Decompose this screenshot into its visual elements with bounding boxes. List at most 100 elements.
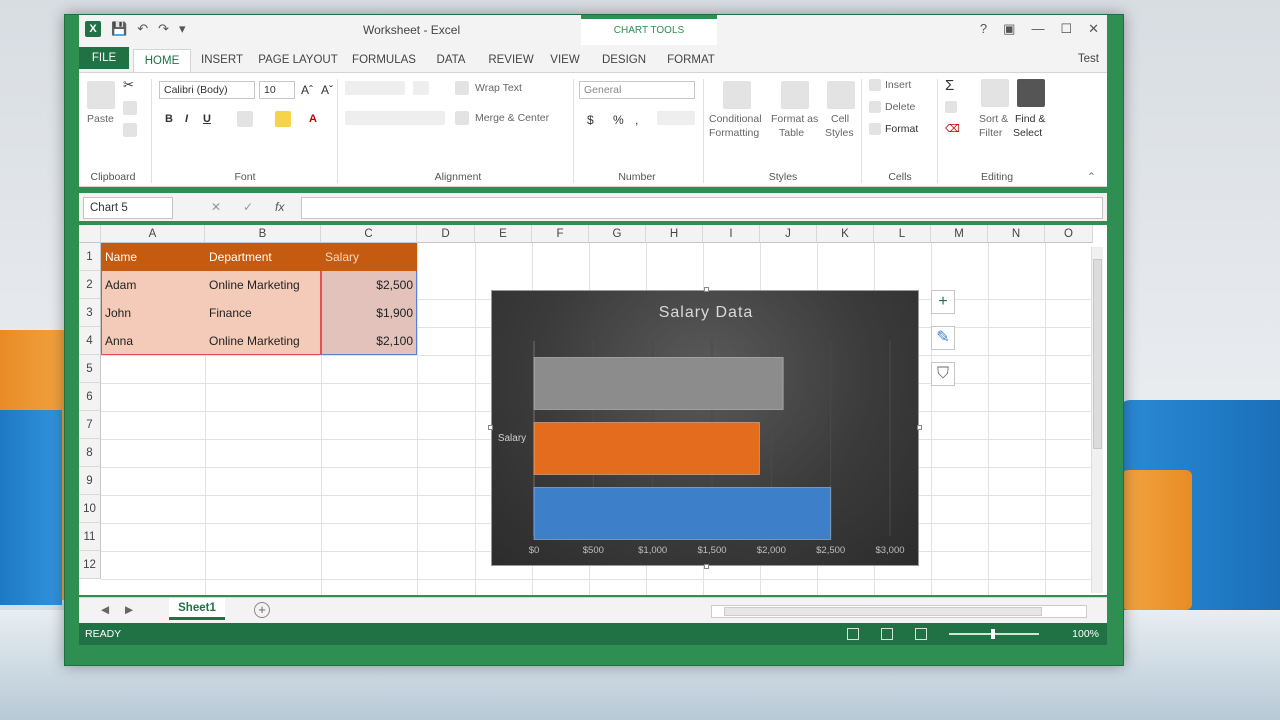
ribbon-display-icon[interactable]: ▣ [1003,21,1015,37]
help-icon[interactable]: ? [980,21,987,37]
insert-function-icon[interactable]: fx [275,200,284,214]
salary-chart[interactable]: Salary Data Salary $0 $500 $1,000 $1,500 $2,0… [491,290,919,566]
vertical-scroll-thumb[interactable] [1093,259,1102,449]
sort-filter-label-2[interactable]: Filter [979,127,1002,139]
tab-formulas[interactable]: FORMULAS [349,49,419,73]
number-format-dropdown[interactable]: General [579,81,695,99]
sort-filter-icon[interactable] [981,79,1009,107]
chart-bar[interactable] [533,487,832,540]
tab-design[interactable]: DESIGN [597,49,651,73]
maximize-icon[interactable]: ☐ [1060,21,1072,37]
name-box[interactable]: Chart 5 [83,197,173,219]
comma-button[interactable]: , [635,113,638,127]
chart-elements-button[interactable]: + [931,290,955,314]
zoom-slider-thumb[interactable] [991,629,995,639]
zoom-level[interactable]: 100% [1072,623,1099,645]
find-select-icon[interactable] [1017,79,1045,107]
formula-input[interactable] [301,197,1103,219]
row-header-11[interactable]: 11 [79,523,101,551]
format-as-table-label-2[interactable]: Table [779,127,804,139]
row-header-1[interactable]: 1 [79,243,101,271]
find-select-label[interactable]: Find & [1015,113,1045,125]
italic-button[interactable]: I [185,113,188,125]
sort-filter-label[interactable]: Sort & [979,113,1008,125]
redo-icon[interactable]: ↷ [158,21,169,37]
close-icon[interactable]: ✕ [1088,21,1099,37]
cell-department[interactable]: Finance [205,299,321,327]
resize-handle[interactable] [488,425,493,430]
horizontal-scrollbar[interactable] [711,605,1087,618]
undo-icon[interactable]: ↶ [137,21,148,37]
select-all-corner[interactable] [79,225,101,243]
normal-view-icon[interactable] [847,628,859,640]
row-header-7[interactable]: 7 [79,411,101,439]
delete-cells-icon[interactable] [869,101,881,113]
chart-filters-button[interactable]: ⛉ [931,362,955,386]
column-header-l[interactable]: L [874,225,931,243]
enter-icon[interactable]: ✓ [243,200,253,214]
prev-sheet-icon[interactable]: ◀ [101,604,109,616]
align-top-icon[interactable] [345,81,405,95]
column-header-e[interactable]: E [475,225,532,243]
cell-styles-icon[interactable] [827,81,855,109]
format-as-table-icon[interactable] [781,81,809,109]
cell-salary[interactable]: $2,100 [321,327,417,355]
tab-view[interactable]: VIEW [545,49,585,73]
row-header-2[interactable]: 2 [79,271,101,299]
cell-department[interactable]: Online Marketing [205,327,321,355]
zoom-slider[interactable] [949,629,1039,639]
user-name[interactable]: Test [1078,53,1099,65]
cell-name[interactable]: John [101,299,205,327]
minimize-icon[interactable]: — [1031,21,1044,37]
cell-styles-label[interactable]: Cell [831,113,849,125]
format-as-table-label[interactable]: Format as [771,113,818,125]
merge-center-button[interactable]: Merge & Center [475,112,549,124]
vertical-scrollbar[interactable] [1091,247,1103,593]
format-painter-icon[interactable] [123,123,137,137]
column-header-c[interactable]: C [321,225,417,243]
copy-icon[interactable] [123,101,137,115]
font-name-dropdown[interactable]: Calibri (Body) [159,81,255,99]
row-header-9[interactable]: 9 [79,467,101,495]
column-header-m[interactable]: M [931,225,988,243]
resize-handle[interactable] [704,564,709,569]
column-header-n[interactable]: N [988,225,1045,243]
column-header-h[interactable]: H [646,225,703,243]
conditional-formatting-label-2[interactable]: Formatting [709,127,759,139]
chart-styles-button[interactable]: ✎ [931,326,955,350]
row-header-6[interactable]: 6 [79,383,101,411]
insert-cells-icon[interactable] [869,79,881,91]
tab-review[interactable]: REVIEW [483,49,539,73]
cancel-icon[interactable]: ✕ [211,200,221,214]
resize-handle[interactable] [704,287,709,292]
add-sheet-button[interactable]: + [254,602,270,618]
column-header-b[interactable]: B [205,225,321,243]
next-sheet-icon[interactable]: ▶ [125,604,133,616]
fill-color-icon[interactable] [275,111,291,127]
save-icon[interactable]: 💾 [111,21,127,37]
header-name[interactable]: Name [101,243,205,271]
row-header-4[interactable]: 4 [79,327,101,355]
column-header-o[interactable]: O [1045,225,1093,243]
row-header-10[interactable]: 10 [79,495,101,523]
format-cells-icon[interactable] [869,123,881,135]
header-department[interactable]: Department [205,243,321,271]
row-header-5[interactable]: 5 [79,355,101,383]
paste-icon[interactable] [87,81,115,109]
cell-name[interactable]: Anna [101,327,205,355]
font-color-icon[interactable]: A [309,113,317,125]
column-header-a[interactable]: A [101,225,205,243]
decimal-icons[interactable] [657,111,695,125]
tab-page-layout[interactable]: PAGE LAYOUT [255,49,341,73]
bold-button[interactable]: B [165,113,173,125]
percent-button[interactable]: % [613,113,624,127]
worksheet-grid[interactable]: A B C D E F G H I J K L M N O 1 2 3 4 5 … [79,225,1107,595]
clear-icon[interactable]: ⌫ [945,123,960,135]
collapse-ribbon-icon[interactable]: ⌃ [1087,171,1096,183]
column-header-j[interactable]: J [760,225,817,243]
font-size-dropdown[interactable]: 10 [259,81,295,99]
conditional-formatting-icon[interactable] [723,81,751,109]
merge-icon[interactable] [455,111,469,125]
cell-department[interactable]: Online Marketing [205,271,321,299]
tab-home[interactable]: HOME [133,49,191,73]
